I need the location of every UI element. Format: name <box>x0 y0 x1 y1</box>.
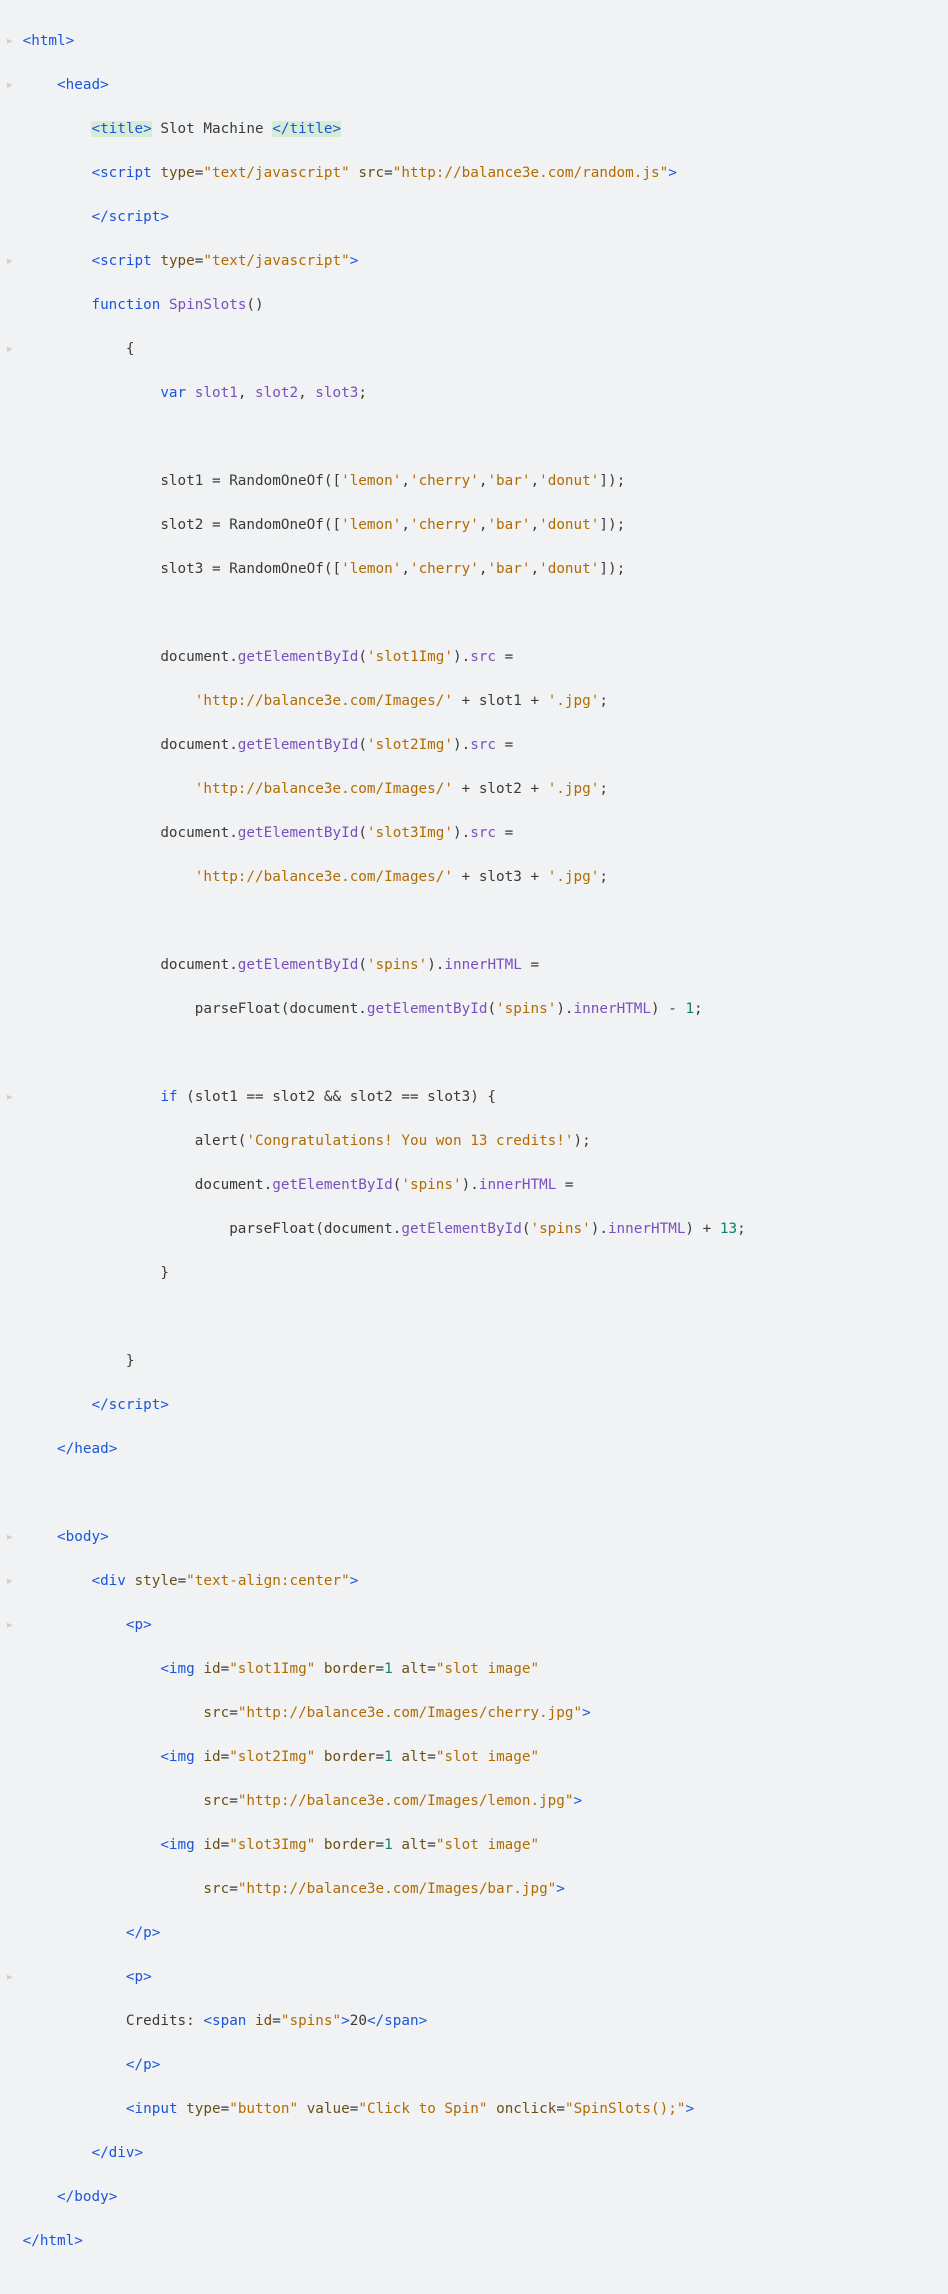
code-line: parseFloat(document.getElementById('spin… <box>4 1218 944 1240</box>
code-line: document.getElementById('spins').innerHT… <box>4 954 944 976</box>
code-line: var slot1, slot2, slot3; <box>4 382 944 404</box>
highlight-open-title: <title> <box>91 121 151 137</box>
code-line <box>4 1306 944 1328</box>
code-line: } <box>4 1262 944 1284</box>
code-line: <title> Slot Machine </title> <box>4 118 944 140</box>
code-line: 'http://balance3e.com/Images/' + slot3 +… <box>4 866 944 888</box>
code-line: src="http://balance3e.com/Images/cherry.… <box>4 1702 944 1724</box>
code-line: 'http://balance3e.com/Images/' + slot1 +… <box>4 690 944 712</box>
code-line: ▸ <div style="text-align:center"> <box>4 1570 944 1592</box>
code-line: Credits: <span id="spins">20</span> <box>4 2010 944 2032</box>
code-line: document.getElementById('spins').innerHT… <box>4 1174 944 1196</box>
code-line: ▸ <html> <box>4 30 944 52</box>
code-line: <input type="button" value="Click to Spi… <box>4 2098 944 2120</box>
code-line: document.getElementById('slot3Img').src … <box>4 822 944 844</box>
code-line: document.getElementById('slot2Img').src … <box>4 734 944 756</box>
code-line: </script> <box>4 206 944 228</box>
highlight-close-title: </title> <box>272 121 341 137</box>
code-line: slot3 = RandomOneOf(['lemon','cherry','b… <box>4 558 944 580</box>
code-line: <img id="slot2Img" border=1 alt="slot im… <box>4 1746 944 1768</box>
code-line: 'http://balance3e.com/Images/' + slot2 +… <box>4 778 944 800</box>
code-line: </head> <box>4 1438 944 1460</box>
code-line: } <box>4 1350 944 1372</box>
code-line: </p> <box>4 2054 944 2076</box>
code-line <box>4 1482 944 1504</box>
code-line <box>4 426 944 448</box>
code-line: src="http://balance3e.com/Images/lemon.j… <box>4 1790 944 1812</box>
code-line <box>4 602 944 624</box>
code-line: </html> <box>4 2230 944 2252</box>
code-line <box>4 910 944 932</box>
code-line: </div> <box>4 2142 944 2164</box>
code-line: document.getElementById('slot1Img').src … <box>4 646 944 668</box>
code-line: ▸ <p> <box>4 1966 944 1988</box>
code-line: <script type="text/javascript" src="http… <box>4 162 944 184</box>
code-line: ▸ { <box>4 338 944 360</box>
code-line: ▸ if (slot1 == slot2 && slot2 == slot3) … <box>4 1086 944 1108</box>
code-line: ▸ <p> <box>4 1614 944 1636</box>
code-line: ▸ <head> <box>4 74 944 96</box>
code-line: </p> <box>4 1922 944 1944</box>
code-line: <img id="slot1Img" border=1 alt="slot im… <box>4 1658 944 1680</box>
code-line: </body> <box>4 2186 944 2208</box>
code-line: ▸ <script type="text/javascript"> <box>4 250 944 272</box>
code-line: function SpinSlots() <box>4 294 944 316</box>
gutter-marker: ▸ <box>4 30 14 52</box>
code-line: slot1 = RandomOneOf(['lemon','cherry','b… <box>4 470 944 492</box>
code-line: alert('Congratulations! You won 13 credi… <box>4 1130 944 1152</box>
code-line: parseFloat(document.getElementById('spin… <box>4 998 944 1020</box>
code-line: src="http://balance3e.com/Images/bar.jpg… <box>4 1878 944 1900</box>
code-viewer: ▸ <html> ▸ <head> <title> Slot Machine <… <box>0 0 948 2294</box>
code-line: </script> <box>4 1394 944 1416</box>
code-line <box>4 1042 944 1064</box>
code-line: ▸ <body> <box>4 1526 944 1548</box>
code-line: <img id="slot3Img" border=1 alt="slot im… <box>4 1834 944 1856</box>
code-line: slot2 = RandomOneOf(['lemon','cherry','b… <box>4 514 944 536</box>
